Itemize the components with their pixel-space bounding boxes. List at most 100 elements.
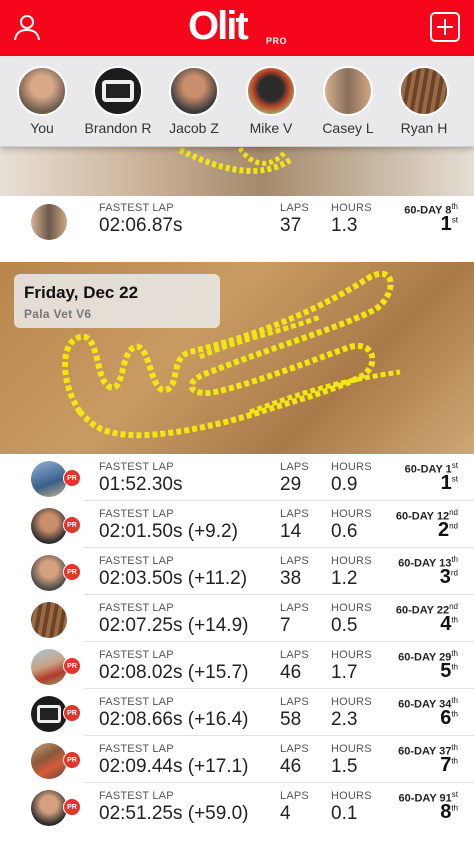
laps-value: 29: [280, 474, 302, 495]
rank-value: 3rd: [439, 566, 458, 588]
fastest-lap-value: 02:03.50s (+11.2): [99, 568, 248, 589]
session-row[interactable]: FASTEST LAP 02:06.87s LAPS 37 HOURS 1.3 …: [0, 196, 474, 258]
hours-label: HOURS: [331, 202, 372, 214]
user-avatar-icon: [31, 204, 67, 240]
friend-mike-v[interactable]: Mike V: [231, 66, 311, 136]
track-avatar-icon: [31, 602, 67, 638]
hours-label: HOURS: [331, 461, 372, 473]
day-header-card: Friday, Dec 22 Pala Vet V6: [14, 274, 220, 328]
plus-icon: [430, 12, 460, 42]
track-name: Pala Vet V6: [24, 307, 92, 321]
hours-label: HOURS: [331, 790, 372, 802]
person-icon: [14, 15, 40, 41]
user-avatar-icon: [323, 66, 373, 116]
fastest-lap-value: 02:06.87s: [99, 215, 183, 236]
helmet-avatar-icon: [246, 66, 296, 116]
track-map-image[interactable]: [0, 140, 474, 196]
laps-label: LAPS: [280, 696, 309, 708]
user-avatar-icon: [31, 555, 67, 591]
friend-casey-l[interactable]: Casey L: [308, 66, 388, 136]
rider-avatar-icon: [31, 743, 67, 779]
user-avatar-icon: [17, 66, 67, 116]
app-logo: Olit PRO: [188, 4, 298, 50]
user-avatar-icon: [31, 508, 67, 544]
fastest-lap-label: FASTEST LAP: [99, 461, 174, 473]
hours-label: HOURS: [331, 743, 372, 755]
day-title: Friday, Dec 22: [24, 283, 139, 302]
hours-value: 0.6: [331, 521, 358, 542]
session-row[interactable]: PR FASTEST LAP 02:51.25s (+59.0) LAPS 4 …: [0, 784, 474, 830]
session-row[interactable]: PR FASTEST LAP 02:01.50s (+9.2) LAPS 14 …: [0, 502, 474, 548]
hours-value: 1.7: [331, 662, 358, 683]
friend-you[interactable]: You: [2, 66, 82, 136]
fastest-lap-label: FASTEST LAP: [99, 602, 174, 614]
hours-value: 0.1: [331, 803, 358, 824]
laps-value: 38: [280, 568, 302, 589]
laps-label: LAPS: [280, 461, 309, 473]
friend-name: You: [30, 120, 54, 136]
hours-value: 2.3: [331, 709, 358, 730]
session-row[interactable]: PR FASTEST LAP 02:09.44s (+17.1) LAPS 46…: [0, 737, 474, 783]
rank-value: 2nd: [437, 519, 458, 541]
hours-value: 0.5: [331, 615, 358, 636]
rank-value: 1st: [440, 472, 458, 494]
laps-value: 46: [280, 756, 302, 777]
laps-label: LAPS: [280, 602, 309, 614]
row-divider: [84, 594, 474, 595]
laps-label: LAPS: [280, 743, 309, 755]
fastest-lap-value: 02:08.02s (+15.7): [99, 662, 249, 683]
rank-value: 8th: [440, 801, 458, 823]
pr-badge: PR: [63, 516, 81, 534]
rank-value: 5th: [440, 660, 458, 682]
pr-badge: PR: [63, 751, 81, 769]
fastest-lap-label: FASTEST LAP: [99, 649, 174, 661]
pr-badge: PR: [63, 657, 81, 675]
friends-strip: You Brandon R Jacob Z Mike V Casey L Rya…: [0, 56, 474, 147]
fastest-lap-label: FASTEST LAP: [99, 508, 174, 520]
row-divider: [84, 641, 474, 642]
pr-badge: PR: [63, 563, 81, 581]
hours-value: 1.3: [331, 215, 358, 236]
hours-label: HOURS: [331, 696, 372, 708]
session-row[interactable]: PR FASTEST LAP 02:03.50s (+11.2) LAPS 38…: [0, 549, 474, 595]
session-row[interactable]: PR FASTEST LAP 02:08.66s (+16.4) LAPS 58…: [0, 690, 474, 736]
session-row[interactable]: PR FASTEST LAP 02:08.02s (+15.7) LAPS 46…: [0, 643, 474, 689]
friend-name: Brandon R: [84, 120, 152, 136]
laps-label: LAPS: [280, 508, 309, 520]
row-divider: [84, 547, 474, 548]
friend-brandon-r[interactable]: Brandon R: [78, 66, 158, 136]
fastest-lap-value: 02:09.44s (+17.1): [99, 756, 249, 777]
user-avatar-icon: [31, 790, 67, 826]
logo-text: Olit: [188, 4, 249, 48]
hours-label: HOURS: [331, 649, 372, 661]
session-row[interactable]: PR FASTEST LAP 01:52.30s LAPS 29 HOURS 0…: [0, 455, 474, 501]
laps-value: 46: [280, 662, 302, 683]
fastest-lap-label: FASTEST LAP: [99, 202, 174, 214]
fastest-lap-value: 01:52.30s: [99, 474, 183, 495]
add-button[interactable]: [428, 10, 462, 44]
friend-ryan-h[interactable]: Ryan H: [384, 66, 464, 136]
hours-label: HOURS: [331, 508, 372, 520]
rank-value: 4th: [440, 613, 458, 635]
hours-value: 0.9: [331, 474, 358, 495]
logo-pro-label: PRO: [266, 36, 288, 46]
friend-name: Ryan H: [400, 120, 448, 136]
laps-label: LAPS: [280, 202, 309, 214]
fastest-lap-label: FASTEST LAP: [99, 790, 174, 802]
fastest-lap-value: 02:07.25s (+14.9): [99, 615, 249, 636]
laps-label: LAPS: [280, 555, 309, 567]
friend-name: Mike V: [249, 120, 293, 136]
fastest-lap-label: FASTEST LAP: [99, 743, 174, 755]
profile-button[interactable]: [10, 10, 44, 44]
pr-badge: PR: [63, 704, 81, 722]
number-plate-327-avatar-icon: [93, 66, 143, 116]
fastest-lap-value: 02:01.50s (+9.2): [99, 521, 238, 542]
track-avatar-icon: [399, 66, 449, 116]
fastest-lap-label: FASTEST LAP: [99, 696, 174, 708]
session-row[interactable]: FASTEST LAP 02:07.25s (+14.9) LAPS 7 HOU…: [0, 596, 474, 642]
laps-value: 37: [280, 215, 302, 236]
row-divider: [84, 500, 474, 501]
hours-value: 1.5: [331, 756, 358, 777]
friend-jacob-z[interactable]: Jacob Z: [154, 66, 234, 136]
laps-value: 58: [280, 709, 302, 730]
